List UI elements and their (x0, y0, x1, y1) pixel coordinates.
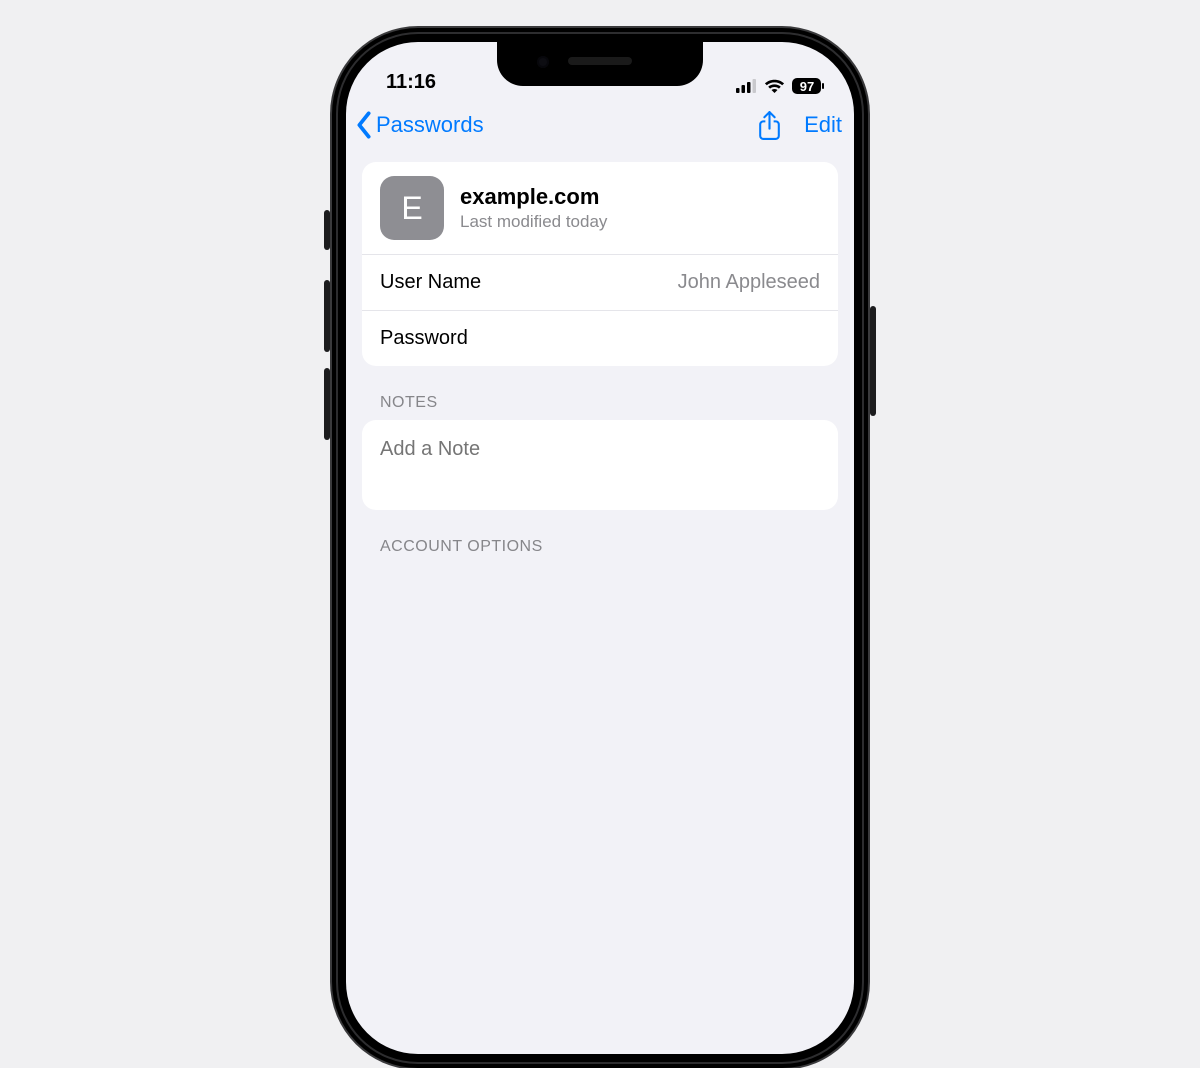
phone-frame: 11:16 (332, 28, 868, 1068)
front-camera (537, 56, 549, 68)
edit-button[interactable]: Edit (804, 112, 842, 138)
speaker-grille (568, 57, 632, 65)
back-label: Passwords (376, 112, 484, 138)
wifi-icon (764, 79, 785, 94)
notch (497, 42, 703, 86)
site-subtitle: Last modified today (460, 212, 607, 232)
status-indicators: 97 (736, 78, 824, 98)
back-button[interactable]: Passwords (354, 111, 484, 139)
site-title: example.com (460, 184, 607, 210)
chevron-left-icon (354, 111, 374, 139)
volume-down-button (324, 368, 330, 440)
password-label: Password (380, 327, 468, 350)
username-label: User Name (380, 271, 481, 294)
battery-indicator: 97 (792, 78, 824, 94)
notes-card[interactable] (362, 420, 838, 510)
share-icon (757, 110, 782, 141)
volume-up-button (324, 280, 330, 352)
content-area: E example.com Last modified today User N… (346, 152, 854, 564)
share-button[interactable] (757, 110, 782, 141)
cellular-signal-icon (736, 79, 757, 93)
phone-screen: 11:16 (346, 42, 854, 1054)
password-row[interactable]: Password (362, 310, 838, 366)
status-time: 11:16 (376, 71, 436, 98)
credential-card: E example.com Last modified today User N… (362, 162, 838, 366)
username-value: John Appleseed (678, 271, 820, 294)
nav-actions: Edit (757, 110, 842, 141)
notes-section-header: NOTES (362, 366, 838, 420)
battery-percent: 97 (796, 80, 818, 93)
site-header: E example.com Last modified today (362, 162, 838, 254)
silence-switch (324, 210, 330, 250)
navigation-bar: Passwords Edit (346, 98, 854, 152)
username-row[interactable]: User Name John Appleseed (362, 254, 838, 310)
notes-input[interactable] (380, 438, 820, 461)
site-icon: E (380, 176, 444, 240)
site-info: example.com Last modified today (460, 184, 607, 232)
power-button (870, 306, 876, 416)
account-options-section-header: ACCOUNT OPTIONS (362, 510, 838, 564)
